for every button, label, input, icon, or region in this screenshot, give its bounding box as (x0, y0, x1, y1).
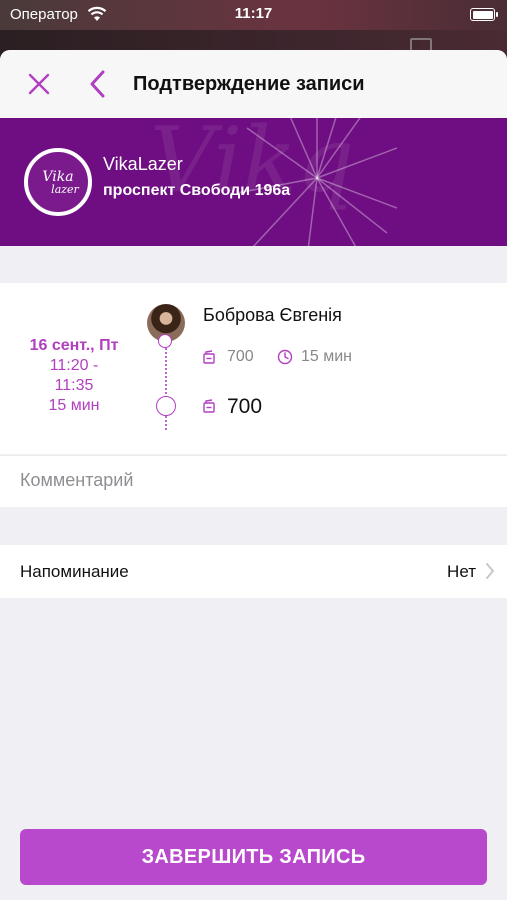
salon-logo: Vika lazer (24, 148, 92, 216)
salon-banner: Vikq Vika lazer VikaLazer проспект Свобо… (0, 118, 507, 246)
booking-time-end: 11:35 (54, 377, 94, 394)
timeline-dot (158, 334, 172, 348)
close-icon[interactable] (27, 72, 51, 96)
service-duration: 15 мин (301, 348, 353, 365)
reminder-label: Напоминание (20, 562, 129, 581)
timeline-line (165, 345, 167, 430)
complete-booking-button[interactable]: ЗАВЕРШИТЬ ЗАПИСЬ (20, 829, 487, 885)
booking-duration: 15 мин (48, 397, 100, 414)
reminder-value: Нет (447, 562, 476, 581)
booking-time-start: 11:20 - (49, 357, 99, 374)
clock-icon (277, 349, 293, 365)
nav-bar: Подтверждение записи (0, 50, 507, 118)
booking-date: 16 сент., Пт (29, 337, 119, 354)
logo-text-bottom: lazer (51, 182, 79, 196)
booking-confirmation-sheet: Подтверждение записи Vikq Vika lazer Vik… (0, 50, 507, 900)
reminder-row[interactable]: Напоминание Нет (0, 545, 507, 598)
clock-time: 11:17 (234, 5, 273, 22)
master-name: Боброва Євгенія (203, 305, 342, 325)
chevron-left-icon[interactable] (87, 69, 107, 99)
total-price-icon (203, 399, 215, 413)
comment-row (0, 455, 507, 507)
comment-input[interactable] (20, 470, 480, 491)
price-tag-icon (203, 350, 215, 364)
logo-text-top: Vika (42, 168, 74, 185)
status-bar: Оператор 11:17 (0, 0, 507, 30)
booking-details-card: 16 сент., Пт 11:20 - 11:35 15 мин Бобров… (0, 283, 507, 454)
timeline-dot-end (156, 396, 176, 416)
booking-datetime: 16 сент., Пт 11:20 - 11:35 15 мин (0, 336, 148, 416)
page-title: Подтверждение записи (133, 73, 365, 95)
chevron-right-icon (486, 563, 494, 579)
salon-name: VikaLazer (103, 154, 183, 174)
service-price: 700 (227, 348, 254, 365)
battery-icon (470, 8, 498, 21)
salon-address: проспект Свободи 196а (103, 182, 291, 199)
total-price: 700 (227, 395, 263, 418)
